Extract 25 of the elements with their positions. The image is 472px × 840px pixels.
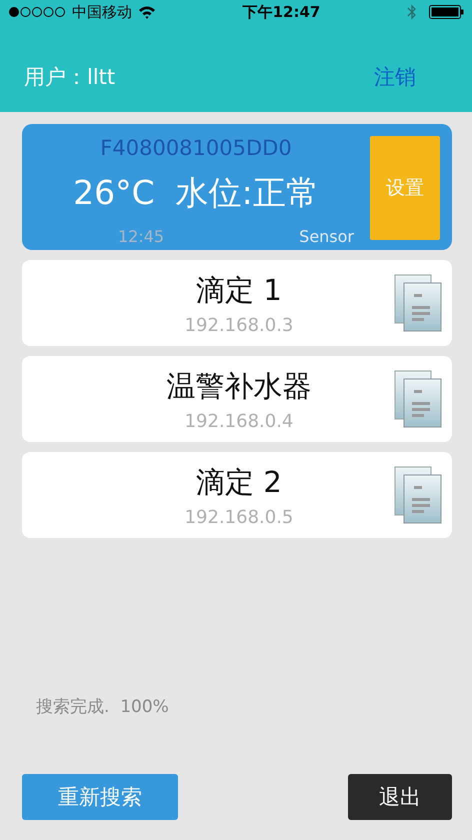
- device-id: F4080081005DD0: [100, 136, 292, 160]
- sensor-reading: 26°C 水位:正常: [73, 172, 319, 214]
- search-status: 搜索完成. 100%: [35, 696, 170, 719]
- documents-icon[interactable]: [394, 466, 442, 524]
- device-card[interactable]: 滴定 2 192.168.0.5: [22, 452, 452, 538]
- device-card[interactable]: 滴定 1 192.168.0.3: [22, 260, 452, 346]
- device-ip: 192.168.0.5: [184, 506, 294, 528]
- user-label: 用户：lltt: [24, 64, 116, 91]
- wifi-icon: [138, 5, 156, 19]
- documents-icon[interactable]: [394, 370, 442, 428]
- status-time: 下午12:47: [242, 2, 320, 22]
- device-ip: 192.168.0.3: [184, 314, 294, 336]
- device-ip: 192.168.0.4: [184, 410, 294, 432]
- exit-button[interactable]: 退出: [348, 774, 452, 820]
- device-name: 温警补水器: [166, 368, 312, 404]
- device-name: 滴定 2: [196, 464, 282, 500]
- device-name: 滴定 1: [196, 272, 282, 308]
- device-type: Sensor: [299, 227, 354, 246]
- battery-icon: [429, 5, 464, 19]
- reading-time: 12:45: [118, 227, 164, 246]
- documents-icon[interactable]: [394, 274, 442, 332]
- bluetooth-icon: [407, 4, 417, 20]
- signal-icon: [8, 6, 66, 18]
- carrier-name: 中国移动: [72, 2, 132, 22]
- device-card[interactable]: 温警补水器 192.168.0.4: [22, 356, 452, 442]
